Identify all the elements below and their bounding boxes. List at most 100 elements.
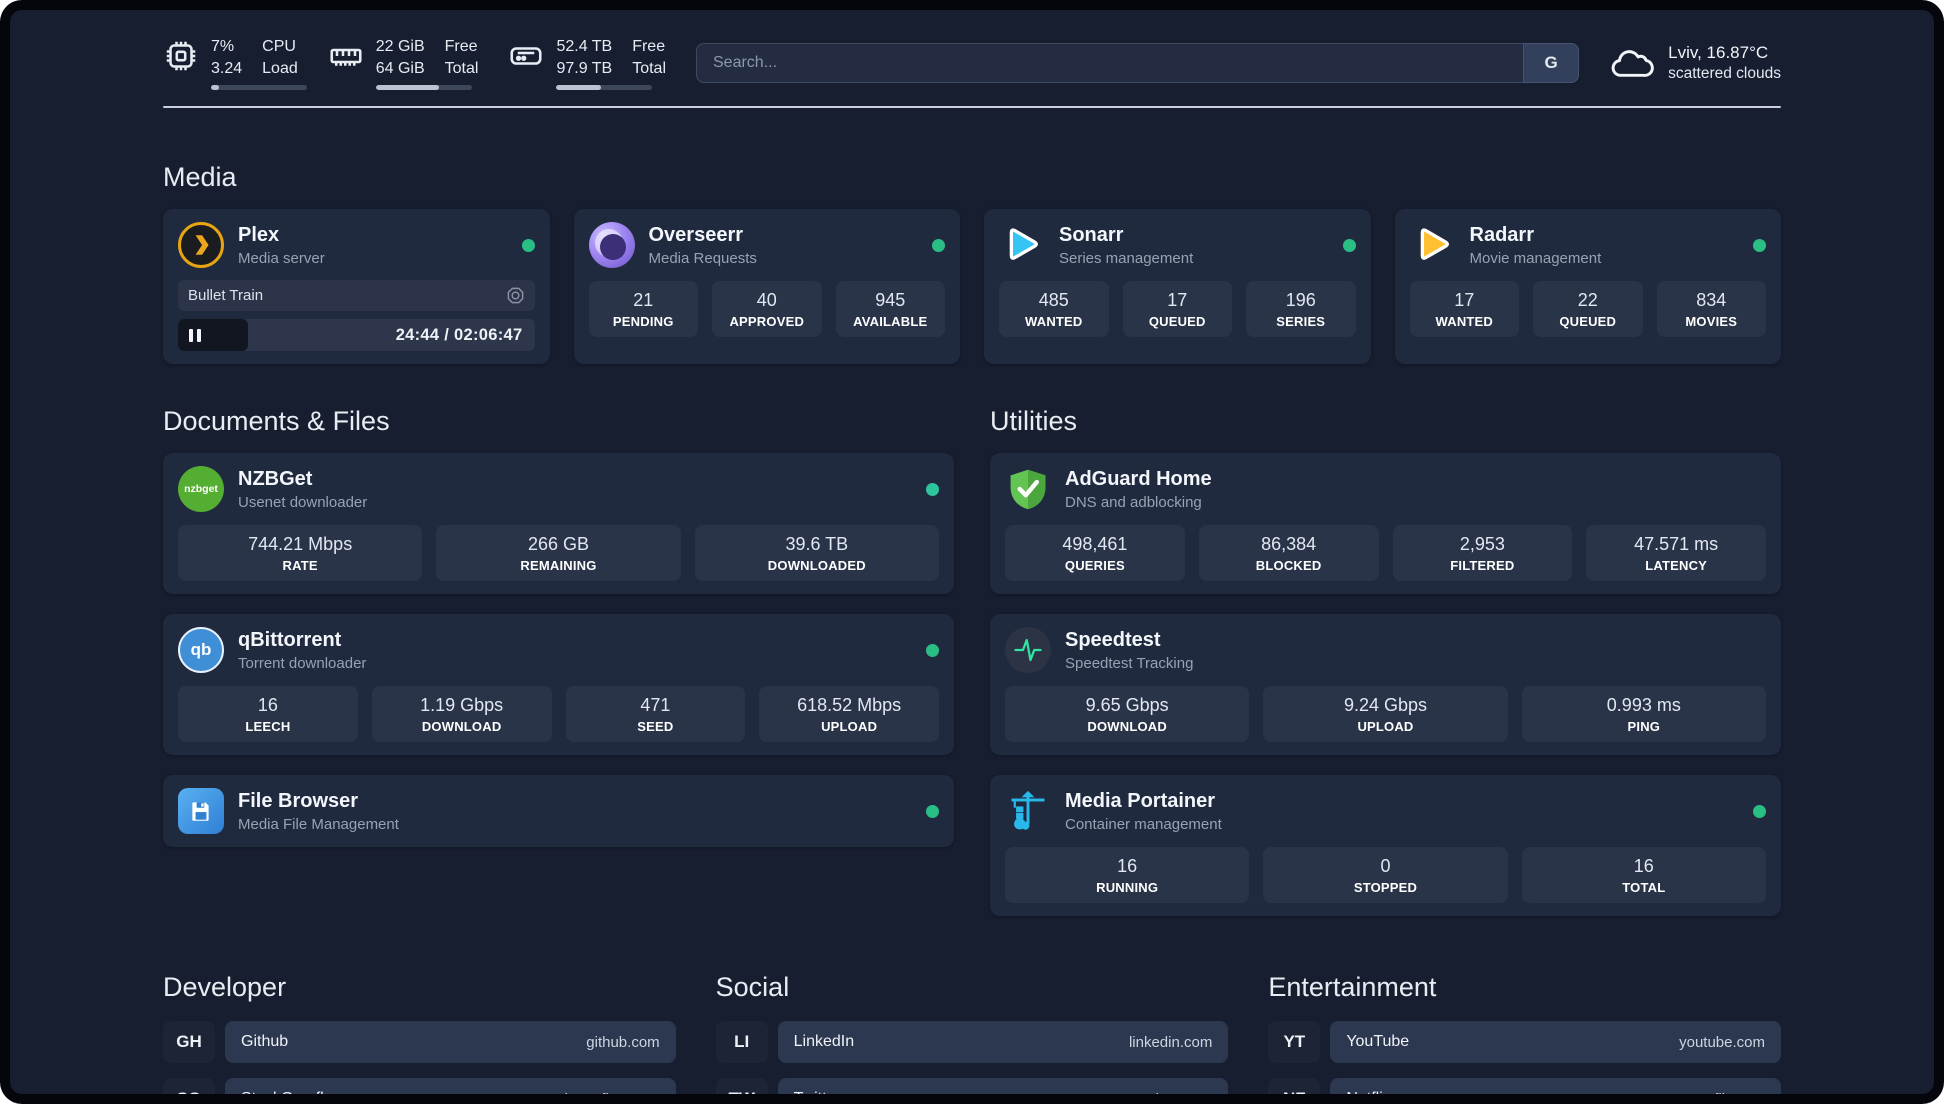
stat-value: 22: [1577, 290, 1598, 310]
search-input[interactable]: [696, 43, 1580, 83]
service-title: Media Portainer: [1065, 790, 1216, 812]
service-card-portainer[interactable]: Media Portainer Container management 16 R…: [990, 775, 1781, 916]
stat-tile: 16 LEECH: [178, 686, 358, 742]
window-frame: 7% 3.24 CPU Load 22 GiB 64 GiB Free Total: [0, 0, 1944, 1104]
stat-value: 86,384: [1261, 534, 1317, 554]
service-subtitle: Movie management: [1469, 250, 1602, 267]
adguard-icon: [1005, 466, 1051, 512]
stat-tile: 9.24 Gbps UPLOAD: [1263, 686, 1508, 742]
service-card-adguard[interactable]: AdGuard Home DNS and adblocking 498,461 Q…: [990, 453, 1781, 594]
pause-icon[interactable]: [189, 328, 201, 342]
search-engine-button[interactable]: G: [1523, 43, 1580, 83]
section-title-media: Media: [163, 162, 237, 192]
stat-value: 21: [633, 290, 654, 310]
ram-label-1: Free: [444, 38, 478, 56]
ram-free-value: 22 GiB: [375, 38, 425, 56]
bookmark-stackoverflow[interactable]: SO StackOverflow stackoverflow.com: [163, 1078, 676, 1094]
stat-label: AVAILABLE: [853, 314, 928, 329]
stat-label: LATENCY: [1645, 558, 1708, 573]
stat-label: STOPPED: [1353, 880, 1418, 895]
disk-icon: [510, 47, 542, 66]
service-card-nzbget[interactable]: nzbget NZBGet Usenet downloader 744.21 M…: [163, 453, 954, 594]
dashboard: 7% 3.24 CPU Load 22 GiB 64 GiB Free Total: [10, 10, 1934, 1094]
service-card-plex[interactable]: Plex Media server Bullet Train 24:44 / 0…: [163, 209, 550, 364]
ram-icon: [330, 49, 362, 67]
service-card-sonarr[interactable]: Sonarr Series management 485 WANTED 17 QUE…: [984, 209, 1371, 364]
disk-free-value: 52.4 TB: [556, 38, 613, 56]
status-dot: [1342, 238, 1356, 252]
bookmarks-entertainment: Entertainment YT YouTube youtube.com NF N…: [1268, 972, 1781, 1094]
bookmark-name: Twitter: [794, 1090, 841, 1094]
stat-tile: 0 STOPPED: [1263, 847, 1508, 903]
stat-label: BLOCKED: [1255, 558, 1322, 573]
bookmark-abbr: TW: [715, 1078, 768, 1094]
service-title: Plex: [238, 224, 280, 246]
disk-stat: 52.4 TB 97.9 TB Free Total: [508, 36, 666, 90]
stat-value: 39.6 TB: [785, 534, 849, 554]
stat-label: MOVIES: [1685, 314, 1738, 329]
stat-value: 2,953: [1459, 534, 1505, 554]
status-dot: [932, 238, 945, 252]
search-bar: G: [696, 43, 1580, 83]
nzbget-icon: nzbget: [178, 466, 224, 512]
playback-time: 24:44 / 02:06:47: [395, 325, 523, 344]
bookmarks-social: Social LI LinkedIn linkedin.com TW Twitte…: [715, 972, 1229, 1095]
stat-tile: 498,461 QUERIES: [1005, 525, 1185, 581]
now-playing-title: Bullet Train: [188, 287, 264, 304]
bookmark-twitter[interactable]: TW Twitter twitter.com: [715, 1078, 1229, 1095]
bookmark-name: LinkedIn: [793, 1033, 855, 1050]
stat-tile: 2,953 FILTERED: [1392, 525, 1573, 581]
stat-tile: 16 RUNNING: [1005, 847, 1250, 903]
service-subtitle: Media File Management: [238, 816, 399, 833]
stat-label: SERIES: [1276, 314, 1326, 329]
stat-tile: 834 MOVIES: [1656, 281, 1766, 337]
status-dot: [1753, 804, 1766, 818]
bookmark-abbr: YT: [1268, 1021, 1321, 1063]
stat-value: 9.24 Gbps: [1343, 695, 1428, 715]
stat-label: QUERIES: [1064, 558, 1125, 573]
service-card-overseerr[interactable]: Overseerr Media Requests 21 PENDING 40 APP…: [573, 209, 960, 364]
service-card-radarr[interactable]: Radarr Movie management 17 WANTED 22 QUEUE…: [1394, 209, 1781, 364]
service-title: qBittorrent: [238, 629, 342, 651]
stat-tile: 945 AVAILABLE: [835, 281, 945, 337]
bookmark-github[interactable]: GH Github github.com: [163, 1021, 676, 1063]
stat-value: 196: [1285, 290, 1316, 310]
playback-progress-bar[interactable]: 24:44 / 02:06:47: [178, 319, 535, 351]
bookmark-linkedin[interactable]: LI LinkedIn linkedin.com: [715, 1021, 1229, 1063]
service-subtitle: Series management: [1059, 250, 1194, 267]
ram-total-value: 64 GiB: [375, 59, 425, 77]
service-subtitle: Torrent downloader: [238, 655, 367, 672]
stat-label: DOWNLOAD: [421, 719, 502, 734]
stat-tile: 39.6 TB DOWNLOADED: [694, 525, 939, 581]
bookmark-abbr: GH: [163, 1021, 215, 1063]
service-card-filebrowser[interactable]: File Browser Media File Management: [163, 775, 954, 847]
stat-tile: 22 QUEUED: [1533, 281, 1643, 337]
stat-value: 17: [1454, 290, 1475, 310]
stat-value: 471: [640, 695, 671, 715]
section-title-entertainment: Entertainment: [1268, 972, 1437, 1002]
stat-tile: 16 TOTAL: [1521, 847, 1766, 903]
stat-value: 744.21 Mbps: [248, 534, 353, 554]
service-subtitle: Container management: [1065, 816, 1222, 833]
bookmark-url: twitter.com: [1141, 1091, 1213, 1095]
bookmark-youtube[interactable]: YT YouTube youtube.com: [1268, 1021, 1781, 1063]
status-dot: [521, 238, 535, 252]
stat-tile: 266 GB REMAINING: [436, 525, 681, 581]
stat-tile: 618.52 Mbps UPLOAD: [759, 686, 939, 742]
documents-column: Documents & Files nzbget NZBGet Usenet d…: [163, 406, 954, 916]
service-title: File Browser: [238, 790, 359, 812]
bookmark-netflix[interactable]: NF Netflix netflix.com: [1268, 1078, 1781, 1094]
stat-tile: 0.993 ms PING: [1521, 686, 1766, 742]
disk-total-value: 97.9 TB: [556, 59, 613, 77]
service-card-speedtest[interactable]: Speedtest Speedtest Tracking 9.65 Gbps DO…: [990, 614, 1781, 755]
stat-label: UPLOAD: [821, 719, 878, 734]
portainer-icon: [1005, 788, 1051, 834]
stat-label: SEED: [637, 719, 674, 734]
bookmark-abbr: SO: [163, 1078, 215, 1094]
weather-widget: Lviv, 16.87°C scattered clouds: [1609, 42, 1781, 84]
now-playing-row: Bullet Train: [178, 280, 535, 311]
cpu-usage: 7%: [211, 38, 235, 56]
service-title: Sonarr: [1059, 224, 1124, 246]
service-card-qbittorrent[interactable]: qb qBittorrent Torrent downloader 16 LEEC…: [163, 614, 954, 755]
stat-label: PING: [1627, 719, 1661, 734]
